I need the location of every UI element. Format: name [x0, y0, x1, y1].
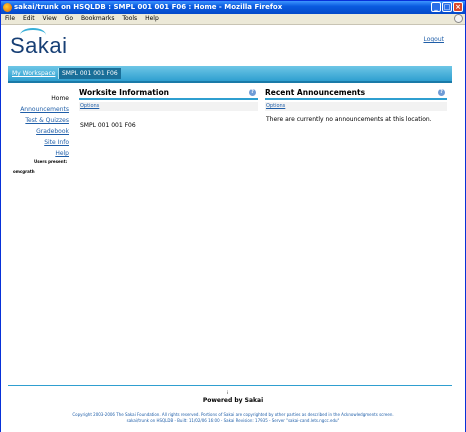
- menu-file[interactable]: File: [5, 15, 15, 22]
- present-user: omcgrath: [13, 169, 35, 174]
- minimize-button[interactable]: _: [431, 2, 441, 12]
- tool-home: Home: [51, 95, 69, 102]
- logo-arc-icon: [20, 28, 46, 42]
- window-title: sakai/trunk on HSQLDB : SMPL 001 001 F06…: [14, 3, 283, 11]
- worksite-options-link[interactable]: Options: [79, 102, 258, 111]
- announcements-empty-message: There are currently no announcements at …: [266, 116, 432, 123]
- sakai-logo[interactable]: Sakai: [10, 28, 68, 59]
- worksite-info-portlet: Worksite Information ? Options SMPL 001 …: [79, 88, 258, 129]
- build-info: sakai/trunk on HSQLDB - Built: 11/02/06 …: [126, 418, 340, 423]
- menu-bookmarks[interactable]: Bookmarks: [81, 15, 115, 22]
- throbber-icon: [454, 14, 463, 23]
- help-icon[interactable]: ?: [249, 89, 256, 96]
- site-nav-bar: My Workspace SMPL 001 001 F06: [8, 66, 452, 83]
- logout-link[interactable]: Logout: [423, 36, 444, 43]
- users-present-label: Users present:: [34, 159, 68, 164]
- page-content: Sakai Logout My Workspace SMPL 001 001 F…: [1, 25, 465, 432]
- announcements-options-link[interactable]: Options: [265, 102, 447, 111]
- help-icon[interactable]: ?: [438, 89, 445, 96]
- browser-window: sakai/trunk on HSQLDB : SMPL 001 001 F06…: [0, 0, 466, 432]
- menu-bar: File Edit View Go Bookmarks Tools Help: [1, 14, 465, 25]
- menu-view[interactable]: View: [43, 15, 57, 22]
- menu-go[interactable]: Go: [65, 15, 73, 22]
- worksite-description: SMPL 001 001 F06: [80, 122, 136, 129]
- title-bar: sakai/trunk on HSQLDB : SMPL 001 001 F06…: [1, 1, 465, 14]
- tool-menu: Home Announcements Test & Quizzes Gradeb…: [1, 95, 69, 161]
- tool-tests-quizzes[interactable]: Test & Quizzes: [1, 117, 69, 125]
- footer-copyright: Copyright 2003-2006 The Sakai Foundation…: [1, 412, 465, 424]
- close-button[interactable]: ×: [453, 2, 463, 12]
- maximize-button[interactable]: □: [442, 2, 452, 12]
- powered-by-sakai: Powered by Sakai: [202, 397, 264, 404]
- menu-tools[interactable]: Tools: [122, 15, 137, 22]
- tool-help[interactable]: Help: [1, 150, 69, 158]
- tab-my-workspace[interactable]: My Workspace: [9, 68, 60, 79]
- announcements-portlet: Recent Announcements ? Options There are…: [265, 88, 447, 123]
- tab-current-site[interactable]: SMPL 001 001 F06: [59, 68, 121, 79]
- worksite-info-title: Worksite Information ?: [79, 88, 258, 100]
- footer-divider: [8, 385, 452, 386]
- footer-separator: i: [227, 390, 229, 395]
- tool-announcements[interactable]: Announcements: [1, 106, 69, 114]
- announcements-title: Recent Announcements ?: [265, 88, 447, 100]
- menu-edit[interactable]: Edit: [23, 15, 35, 22]
- firefox-icon: [3, 3, 12, 12]
- menu-help[interactable]: Help: [145, 15, 159, 22]
- tool-site-info[interactable]: Site Info: [1, 139, 69, 147]
- tool-gradebook[interactable]: Gradebook: [1, 128, 69, 136]
